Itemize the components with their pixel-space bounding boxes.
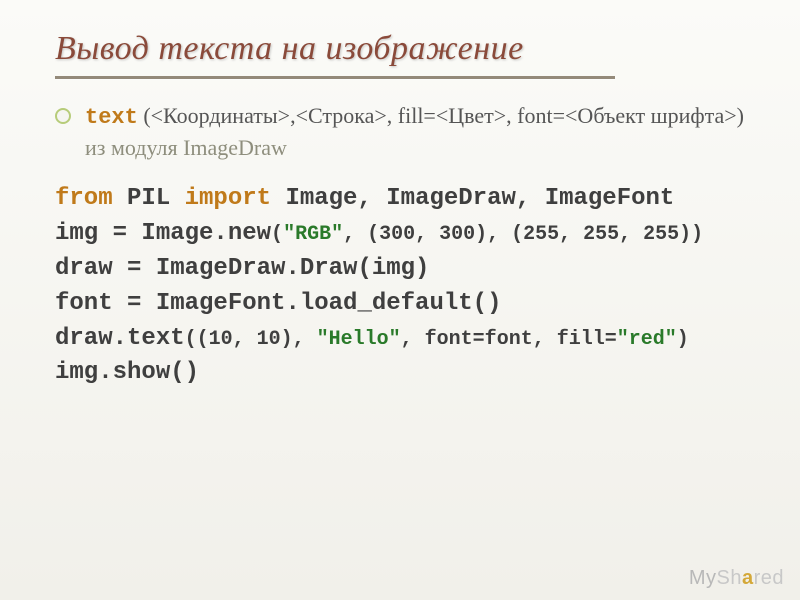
code-line-1: from PIL import Image, ImageDraw, ImageF… — [55, 182, 745, 217]
keyword-import: import — [185, 185, 271, 212]
code-text: , (300, 300), (255, 255, 255)) — [343, 223, 703, 246]
watermark-part: a — [742, 567, 754, 589]
code-text: img = Image.new — [55, 220, 271, 247]
function-name: text — [85, 105, 138, 130]
watermark-part: red — [754, 567, 784, 589]
watermark-part: Sh — [717, 567, 742, 589]
watermark-part: My — [689, 567, 717, 589]
code-text: , font=font, fill= — [401, 328, 617, 351]
function-tail: из модуля ImageDraw — [85, 135, 287, 160]
code-text: ((10, 10), — [185, 328, 317, 351]
code-line-2: img = Image.new("RGB", (300, 300), (255,… — [55, 217, 745, 252]
code-block: from PIL import Image, ImageDraw, ImageF… — [55, 182, 745, 391]
code-text: img.show() — [55, 359, 199, 386]
bullet-item: text (<Координаты>,<Строка>, fill=<Цвет>… — [55, 101, 745, 162]
bullet-text: text (<Координаты>,<Строка>, fill=<Цвет>… — [85, 101, 745, 162]
code-text: draw = ImageDraw.Draw(img) — [55, 255, 429, 282]
string-literal: "RGB" — [283, 223, 343, 246]
slide-title: Вывод текста на изображение — [55, 30, 745, 68]
code-line-4: font = ImageFont.load_default() — [55, 287, 745, 322]
function-args: (<Координаты>,<Строка>, fill=<Цвет>, fon… — [138, 103, 744, 128]
code-line-5: draw.text((10, 10), "Hello", font=font, … — [55, 322, 745, 357]
code-text: ) — [677, 328, 689, 351]
bullet-icon — [55, 108, 71, 124]
code-text: ( — [271, 223, 283, 246]
watermark: MyShared — [689, 567, 784, 590]
code-line-6: img.show() — [55, 356, 745, 391]
string-literal: "Hello" — [317, 328, 401, 351]
slide: Вывод текста на изображение text (<Коорд… — [0, 0, 800, 600]
code-line-3: draw = ImageDraw.Draw(img) — [55, 252, 745, 287]
code-text: PIL — [113, 185, 185, 212]
string-literal: "red" — [617, 328, 677, 351]
code-text: Image, ImageDraw, ImageFont — [271, 185, 674, 212]
code-text: font = ImageFont.load_default() — [55, 290, 501, 317]
code-text: draw.text — [55, 325, 185, 352]
keyword-from: from — [55, 185, 113, 212]
title-underline — [55, 76, 615, 79]
